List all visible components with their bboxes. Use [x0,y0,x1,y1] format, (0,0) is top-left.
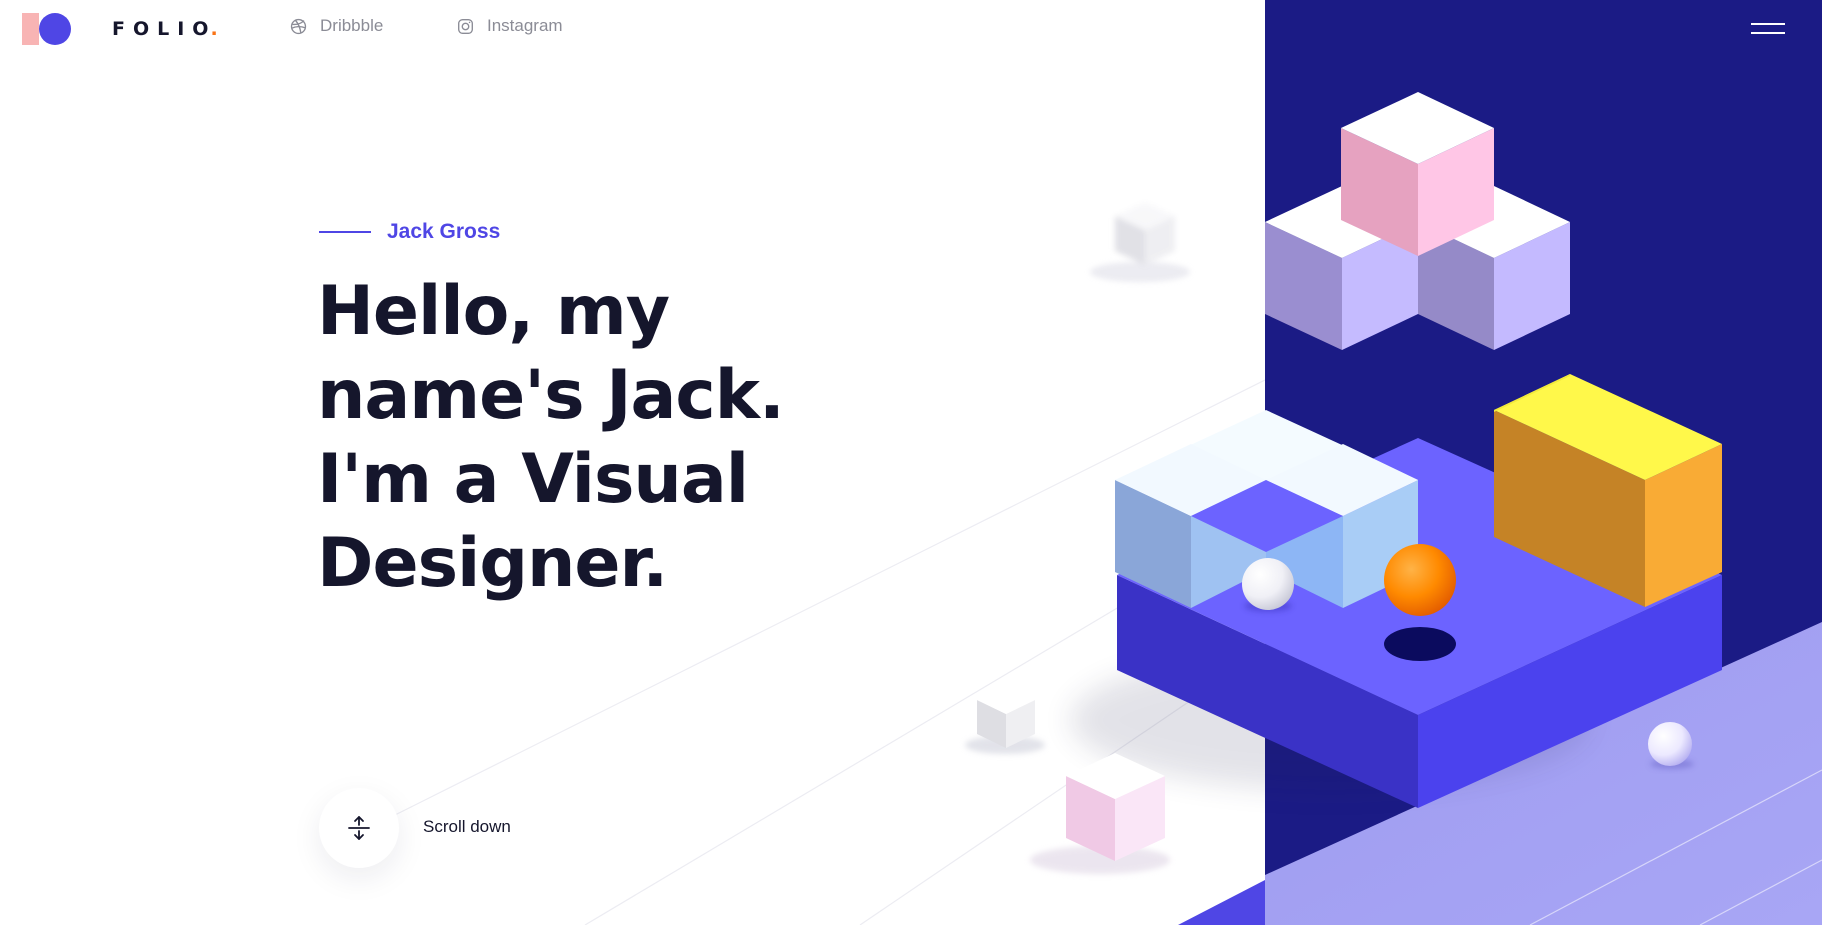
hero-eyebrow: Jack Gross [319,220,500,244]
hamburger-icon[interactable] [1751,20,1785,38]
orange-ball [1384,544,1456,616]
page: FOLIO . Dribbble Instagram Jack Gross He… [0,0,1822,925]
instagram-link[interactable]: Instagram [457,16,563,36]
logo-square [22,13,39,45]
white-ball [1242,558,1294,610]
hero-title-line: Hello, my [317,272,670,351]
hero-title-line: Designer. [317,524,668,603]
lavender-ball [1648,722,1692,766]
floor-strip [1178,880,1265,925]
expand-vertical-icon [348,816,370,840]
instagram-icon [458,18,473,34]
pink-cube [1030,753,1170,874]
dribbble-label: Dribbble [320,16,384,35]
blurred-cube [1090,202,1190,282]
hamburger-line [1751,32,1785,34]
dribbble-icon [290,18,307,34]
hero-illustration [394,0,1822,925]
gray-cube [965,686,1045,754]
logo-circle [39,13,71,45]
hero-title-line: I'm a Visual [317,440,749,519]
hero-title: Hello, my name's Jack. I'm a Visual Desi… [317,270,837,606]
scroll-down-label[interactable]: Scroll down [423,817,511,837]
hero-title-line: name's Jack. [317,356,785,435]
brand-logo[interactable]: FOLIO . [22,12,218,46]
brand-dot: . [210,18,218,40]
dribbble-link[interactable]: Dribbble [290,16,383,36]
logo-mark [22,12,74,46]
instagram-label: Instagram [487,16,563,35]
brand-name: FOLIO [112,18,217,40]
hamburger-line [1751,23,1785,25]
scroll-down-button[interactable] [319,788,399,868]
eyebrow-line [319,231,371,233]
author-name: Jack Gross [387,220,501,243]
